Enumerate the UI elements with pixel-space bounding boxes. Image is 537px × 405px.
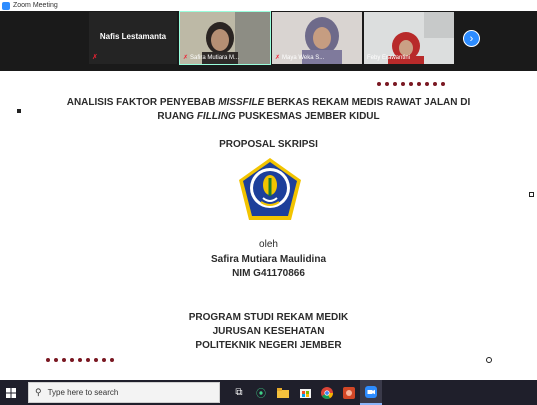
zoom-app-icon <box>2 1 10 10</box>
participant-tile-1[interactable]: ✗ Safira Mutiara M... <box>179 11 271 65</box>
chevron-right-icon: › <box>469 33 474 45</box>
search-placeholder: Type here to search <box>47 388 119 397</box>
store-icon[interactable] <box>294 380 316 405</box>
windows-taskbar: ⚲ Type here to search ⧉ ⦿ <box>0 380 537 405</box>
participant-label: Feby Erawantini <box>367 55 410 62</box>
polije-logo-icon <box>239 158 301 220</box>
author-name: Safira Mutiara Maulidina <box>210 254 327 265</box>
slide-subtitle: PROPOSAL SKRIPSI <box>219 139 318 150</box>
decorative-square-outline <box>529 192 534 197</box>
taskbar-search-input[interactable]: ⚲ Type here to search <box>28 382 220 403</box>
next-page-button[interactable]: › <box>463 30 480 47</box>
participant-tile-nafis[interactable]: Nafis Lestamanta ✗ <box>89 12 177 64</box>
powerpoint-icon[interactable] <box>338 380 360 405</box>
title-bar: Zoom Meeting <box>0 0 537 11</box>
mic-muted-icon: ✗ <box>183 55 189 61</box>
decorative-dots-top <box>377 82 445 86</box>
windows-start-icon[interactable] <box>0 380 22 405</box>
participant-name: Maya Weka S... <box>282 55 325 61</box>
slide-title-line-2: RUANG FILLING PUSKESMAS JEMBER KIDUL <box>157 111 380 122</box>
participant-tile-2[interactable]: ✗ Maya Weka S... <box>272 12 362 64</box>
gallery-strip: Nafis Lestamanta ✗ ✗ Safira Mutiara M... … <box>0 11 537 71</box>
participant-label: ✗ Safira Mutiara M... <box>183 55 239 62</box>
mic-muted-icon: ✗ <box>92 54 98 61</box>
student-id: NIM G41170866 <box>232 268 305 279</box>
decorative-dots-bottom <box>46 358 114 362</box>
mic-muted-icon: ✗ <box>275 55 281 61</box>
zoom-icon[interactable] <box>360 380 382 405</box>
by-label: oleh <box>259 239 278 250</box>
shared-slide: ANALISIS FAKTOR PENYEBAB MISSFILE BERKAS… <box>0 71 537 374</box>
participant-tile-3[interactable]: Feby Erawantini <box>364 12 454 64</box>
file-explorer-icon[interactable] <box>272 380 294 405</box>
window-title: Zoom Meeting <box>13 2 58 9</box>
task-view-icon[interactable]: ⧉ <box>228 380 250 405</box>
participant-name: Safira Mutiara M... <box>190 55 240 61</box>
department-name: JURUSAN KESEHATAN <box>212 326 325 337</box>
participant-name: Nafis Lestamanta <box>99 32 167 41</box>
program-name: PROGRAM STUDI REKAM MEDIK <box>188 312 349 323</box>
chrome-icon[interactable] <box>316 380 338 405</box>
decorative-circle <box>486 357 492 363</box>
institution-name: POLITEKNIK NEGERI JEMBER <box>195 340 342 351</box>
search-icon: ⚲ <box>35 387 42 397</box>
participant-name: Feby Erawantini <box>367 55 411 61</box>
zoom-window: Zoom Meeting Nafis Lestamanta ✗ ✗ Safira … <box>0 0 537 405</box>
participant-label: ✗ Maya Weka S... <box>275 55 324 62</box>
maps-icon[interactable]: ⦿ <box>250 380 272 405</box>
slide-title-line-1: ANALISIS FAKTOR PENYEBAB MISSFILE BERKAS… <box>66 97 471 108</box>
